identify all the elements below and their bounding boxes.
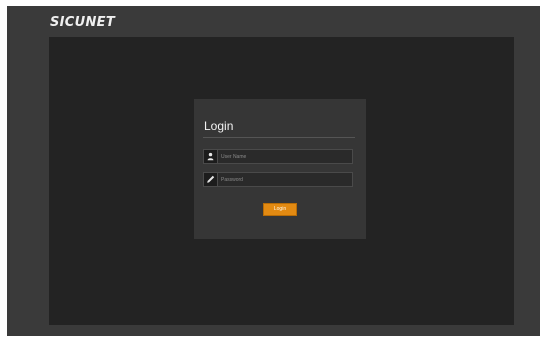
user-icon bbox=[204, 150, 218, 163]
password-field bbox=[203, 172, 353, 187]
app-window: SICUNET Login User Name Login bbox=[7, 6, 540, 336]
brand-logo: SICUNET bbox=[50, 15, 116, 30]
login-title: Login bbox=[204, 119, 234, 133]
title-divider bbox=[203, 137, 355, 138]
login-button[interactable]: Login bbox=[263, 203, 297, 216]
username-input[interactable] bbox=[219, 150, 349, 163]
pencil-icon bbox=[204, 173, 218, 186]
login-panel: Login Login bbox=[194, 99, 366, 239]
username-field bbox=[203, 149, 353, 164]
main-content: Login Login bbox=[49, 37, 514, 325]
password-input[interactable] bbox=[219, 173, 349, 186]
